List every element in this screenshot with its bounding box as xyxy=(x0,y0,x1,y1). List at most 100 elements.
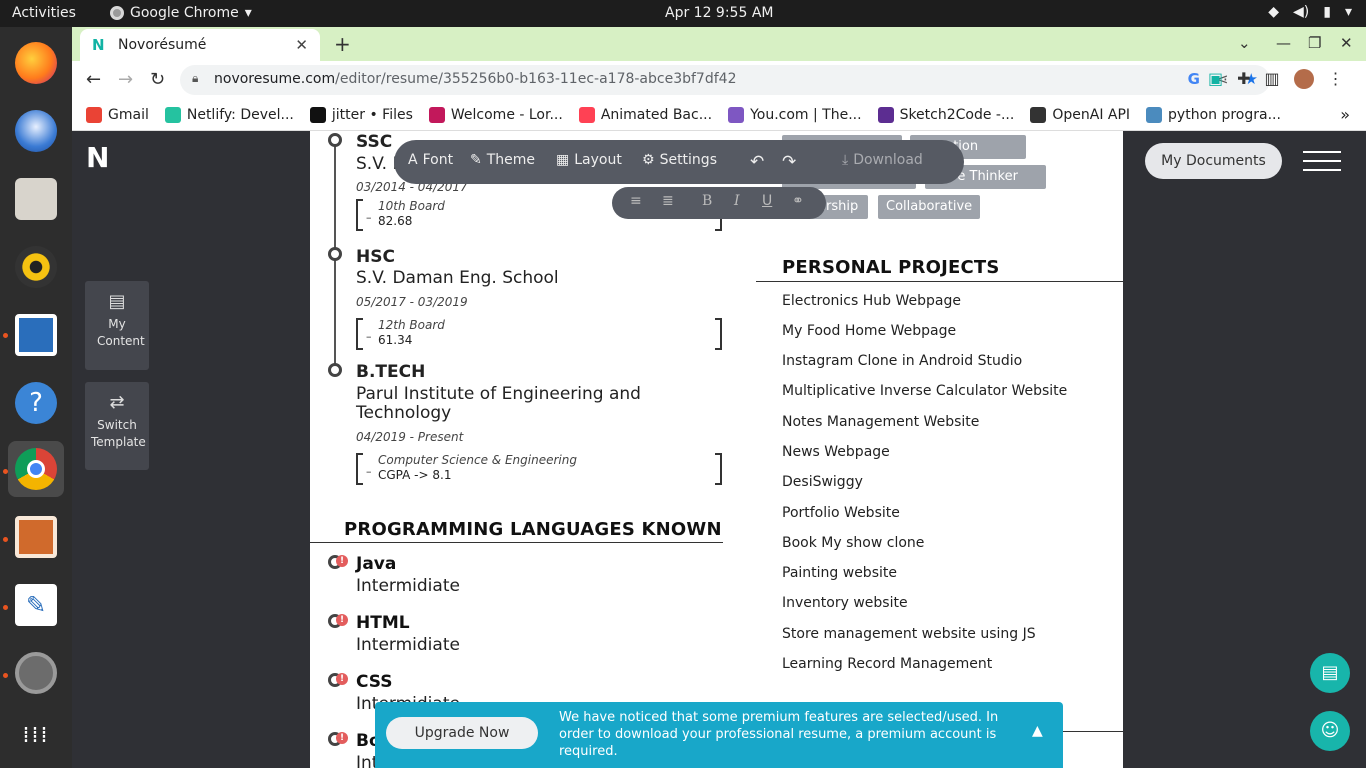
projects-heading[interactable]: PERSONAL PROJECTS xyxy=(782,257,1000,278)
reload-icon[interactable]: ↻ xyxy=(150,69,165,90)
close-window-icon[interactable]: ✕ xyxy=(1340,34,1353,52)
dock-writer[interactable] xyxy=(8,307,64,363)
my-content-button[interactable]: ▤ My Content xyxy=(85,281,149,370)
bookmark-item[interactable]: You.com | The... xyxy=(728,106,862,123)
bookmark-label: Welcome - Lor... xyxy=(450,106,563,123)
italic-icon[interactable]: I xyxy=(734,193,740,209)
project-item[interactable]: My Food Home Webpage xyxy=(782,323,956,339)
collapse-caret-icon[interactable]: ▲ xyxy=(1032,723,1043,739)
warning-icon[interactable]: ! xyxy=(336,555,348,567)
bold-icon[interactable]: B xyxy=(702,193,712,209)
bookmark-item[interactable]: Gmail xyxy=(86,106,149,123)
dock-thunderbird[interactable] xyxy=(8,103,64,159)
edu-school[interactable]: S.V. Daman Eng. School xyxy=(356,269,676,288)
dock-firefox[interactable] xyxy=(8,35,64,91)
warning-icon[interactable]: ! xyxy=(336,614,348,626)
link-icon[interactable]: ⚭ xyxy=(792,193,804,209)
language-level[interactable]: Intermidiate xyxy=(356,635,460,655)
app-menu[interactable]: Google Chrome ▾ xyxy=(110,5,252,21)
settings-button[interactable]: ⚙ Settings xyxy=(642,152,717,168)
redo-button[interactable]: ↷ xyxy=(782,152,796,172)
system-tray[interactable]: ◆ ◀) ▮ ▾ xyxy=(1268,4,1352,20)
project-item[interactable]: Book My show clone xyxy=(782,535,924,551)
edu-date[interactable]: 05/2017 - 03/2019 xyxy=(356,295,468,309)
languages-heading[interactable]: PROGRAMMING LANGUAGES KNOWN xyxy=(344,519,722,540)
edu-details[interactable]: – 12th Board 61.34 xyxy=(356,318,722,350)
google-lens-icon[interactable]: G xyxy=(1188,70,1200,88)
dock-impress[interactable] xyxy=(8,509,64,565)
language-name[interactable]: Java xyxy=(356,554,396,574)
notes-fab-icon[interactable]: ▤ xyxy=(1310,653,1350,693)
project-item[interactable]: Inventory website xyxy=(782,595,908,611)
bookmark-item[interactable]: python progra... xyxy=(1146,106,1281,123)
minimize-icon[interactable]: — xyxy=(1276,34,1291,52)
show-apps-button[interactable]: ⁞⁞⁞ xyxy=(8,707,64,763)
switch-template-button[interactable]: ⇄ Switch Template xyxy=(85,382,149,470)
project-item[interactable]: DesiSwiggy xyxy=(782,474,863,490)
bookmark-item[interactable]: Animated Bac... xyxy=(578,106,712,123)
language-name[interactable]: HTML xyxy=(356,613,410,633)
underline-icon[interactable]: U xyxy=(762,193,772,209)
hamburger-menu-icon[interactable] xyxy=(1303,151,1341,178)
tab-search-icon[interactable]: ⌄ xyxy=(1238,34,1251,52)
extensions-puzzle-icon[interactable]: ✚ xyxy=(1237,69,1250,89)
bookmark-item[interactable]: Welcome - Lor... xyxy=(428,106,563,123)
novoresume-logo[interactable]: N xyxy=(86,144,116,172)
language-level[interactable]: Intermidiate xyxy=(356,576,460,596)
dock-chrome[interactable] xyxy=(8,441,64,497)
project-item[interactable]: News Webpage xyxy=(782,444,890,460)
bookmark-item[interactable]: OpenAI API xyxy=(1030,106,1130,123)
edu-details[interactable]: – Computer Science & Engineering CGPA ->… xyxy=(356,453,722,485)
project-item[interactable]: Painting website xyxy=(782,565,897,581)
files-icon xyxy=(15,178,57,220)
bookmark-item[interactable]: Sketch2Code -... xyxy=(877,106,1014,123)
project-item[interactable]: Electronics Hub Webpage xyxy=(782,293,961,309)
project-item[interactable]: Learning Record Management xyxy=(782,656,992,672)
edu-title[interactable]: B.TECH xyxy=(356,362,425,382)
language-name[interactable]: CSS xyxy=(356,672,393,692)
theme-button[interactable]: ✎ Theme xyxy=(470,152,535,168)
close-icon[interactable]: ✕ xyxy=(295,36,308,54)
address-bar[interactable]: 🔒︎ novoresume.com/editor/resume/355256b0… xyxy=(180,65,1270,95)
forward-icon[interactable]: → xyxy=(118,69,133,90)
upgrade-now-button[interactable]: Upgrade Now xyxy=(386,717,538,749)
dock-files[interactable] xyxy=(8,171,64,227)
maximize-icon[interactable]: ❐ xyxy=(1308,34,1321,52)
activities-button[interactable]: Activities xyxy=(12,5,76,21)
align-justify-icon[interactable]: ≣ xyxy=(662,193,674,209)
layout-button[interactable]: ▦ Layout xyxy=(556,152,622,168)
dock-text-editor[interactable]: ✎ xyxy=(8,577,64,633)
project-item[interactable]: Instagram Clone in Android Studio xyxy=(782,353,1022,369)
dock-disk[interactable] xyxy=(8,645,64,701)
project-item[interactable]: Portfolio Website xyxy=(782,505,900,521)
undo-button[interactable]: ↶ xyxy=(750,152,764,172)
font-button[interactable]: A Font xyxy=(408,152,453,168)
my-documents-button[interactable]: My Documents xyxy=(1145,143,1282,179)
side-panel-icon[interactable]: ▥ xyxy=(1265,69,1280,89)
edu-school[interactable]: Parul Institute of Engineering and Techn… xyxy=(356,385,676,423)
bookmark-item[interactable]: Netlify: Devel... xyxy=(164,106,294,123)
new-tab-button[interactable]: + xyxy=(334,32,351,56)
tab-novoresume[interactable]: N Novorésumé ✕ xyxy=(80,29,320,61)
align-left-icon[interactable]: ≡ xyxy=(630,193,642,209)
dock-help[interactable]: ? xyxy=(8,375,64,431)
bookmark-item[interactable]: jitter • Files xyxy=(309,106,413,123)
project-item[interactable]: Multiplicative Inverse Calculator Websit… xyxy=(782,383,1067,399)
download-button[interactable]: ⤓ Download xyxy=(842,152,923,168)
more-menu-icon[interactable]: ⋮ xyxy=(1328,69,1344,89)
warning-icon[interactable]: ! xyxy=(336,732,348,744)
skill-tag[interactable]: Collaborative xyxy=(878,195,980,219)
warning-icon[interactable]: ! xyxy=(336,673,348,685)
clock[interactable]: Apr 12 9:55 AM xyxy=(665,5,773,21)
dock-rhythmbox[interactable] xyxy=(8,239,64,295)
edu-title[interactable]: HSC xyxy=(356,247,395,267)
extension-n-icon[interactable]: ▣ xyxy=(1208,69,1223,89)
more-bookmarks-icon[interactable]: » xyxy=(1340,105,1350,124)
chat-fab-icon[interactable]: ☺ xyxy=(1310,711,1350,751)
edu-date[interactable]: 04/2019 - Present xyxy=(356,430,463,444)
edu-title[interactable]: SSC xyxy=(356,132,392,152)
profile-avatar[interactable] xyxy=(1293,69,1314,89)
project-item[interactable]: Notes Management Website xyxy=(782,414,979,430)
project-item[interactable]: Store management website using JS xyxy=(782,626,1036,642)
back-icon[interactable]: ← xyxy=(86,69,101,90)
